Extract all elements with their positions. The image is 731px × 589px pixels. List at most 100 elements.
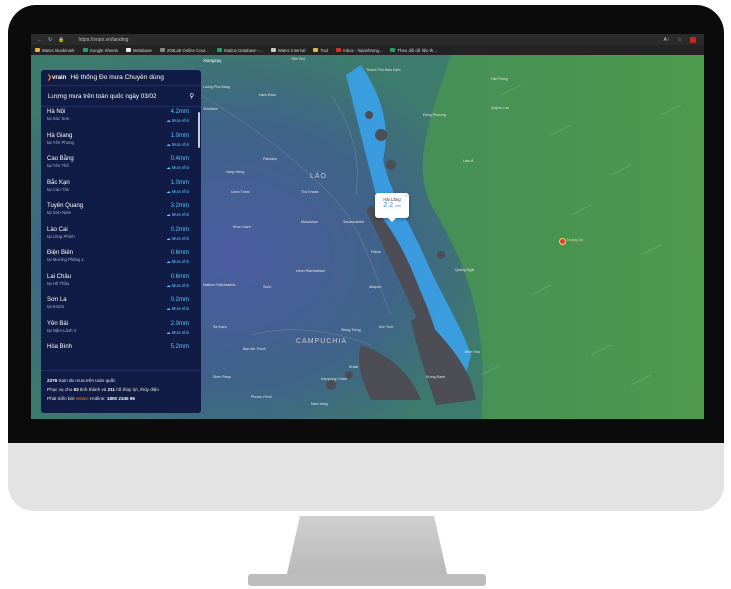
- station-province: Cao Bằng: [47, 156, 74, 162]
- search-icon[interactable]: ⚲: [189, 93, 194, 100]
- map-label: Krong Kaeb: [426, 375, 445, 379]
- station-amount: 2.0mm: [170, 320, 189, 327]
- station-province: Tuyên Quang: [47, 203, 84, 209]
- rain-panel: ❯vrain Hệ thống Đo mưa Chuyên dùng Lượng…: [41, 70, 201, 413]
- station-province: Hòa Bình: [47, 344, 73, 350]
- map-label: Nakhon Ratchasima: [203, 283, 236, 287]
- map-pin-icon[interactable]: [559, 238, 566, 245]
- map-label: Quảng Ngãi: [455, 268, 475, 272]
- station-row[interactable]: Hà Nội tại Sóc Sơn 4.2mm ☁ Mưa nhỏ: [41, 106, 197, 130]
- station-row[interactable]: Lai Châu tại Hồ Thầu 0.6mm ☁ Mưa nhỏ: [41, 271, 197, 295]
- bookmarks-bar: Watec Bookmark Google Sheets Metabase 20…: [31, 45, 704, 55]
- map-label: Hoàng Sa: [567, 238, 583, 242]
- extension-icon[interactable]: [690, 36, 696, 43]
- station-level: ☁ Mưa nhỏ: [166, 329, 189, 335]
- map-label: Thành Phố Nam Định: [366, 68, 401, 72]
- station-row[interactable]: Điện Biên tại Mường Phăng 1 0.6mm ☁ Mưa nhỏ: [41, 247, 197, 271]
- station-level: ☁ Mưa nhỏ: [166, 141, 189, 147]
- station-popup[interactable]: × Hải Lăng 2.2 mm: [375, 193, 409, 222]
- panel-title: Hệ thống Đo mưa Chuyên dùng: [70, 74, 164, 81]
- map-label: Quỳnh Lưu: [491, 106, 509, 110]
- read-aloud-icon[interactable]: A↑: [664, 37, 670, 43]
- map-label: Khon Kaen: [233, 225, 251, 229]
- reload-icon[interactable]: ↻: [48, 37, 52, 43]
- map-label: Xiangxay: [203, 58, 222, 63]
- favorites-icon[interactable]: ☆: [678, 37, 682, 43]
- map-label: Attapeu: [369, 285, 382, 289]
- bookmark-item[interactable]: Metabase: [126, 48, 152, 53]
- country-label-cambodia: CAMPUCHIA: [296, 338, 348, 345]
- station-amount: 1.0mm: [170, 132, 189, 139]
- bookmark-item[interactable]: Watec Internal: [270, 48, 305, 53]
- station-province: Sơn La: [47, 297, 67, 303]
- map-label: Kratie: [349, 365, 359, 369]
- map-label: Kampong Cham: [321, 377, 347, 381]
- station-province: Hà Nội: [47, 109, 66, 115]
- bookmark-item[interactable]: Station Database -...: [216, 48, 263, 53]
- close-icon[interactable]: ×: [405, 193, 407, 198]
- map-label: Lâm Á: [463, 159, 474, 163]
- vrain-logo[interactable]: ❯vrain: [47, 74, 66, 81]
- station-location: tại Hòa Bình: [47, 351, 191, 352]
- station-row[interactable]: Lào Cai tại Lũng Phình 0.2mm ☁ Mưa nhỏ: [41, 224, 197, 248]
- map-label: Vang Vieng: [226, 170, 245, 174]
- station-amount: 3.2mm: [170, 203, 189, 209]
- monitor-base: [248, 574, 486, 586]
- station-amount: 1.0mm: [170, 179, 189, 186]
- map-label: Tha Khaek: [301, 190, 319, 194]
- station-amount: 0.2mm: [170, 297, 189, 303]
- bookmark-item[interactable]: 200Lab Online Cour...: [159, 48, 209, 53]
- monitor-chin: [8, 443, 724, 511]
- address-bar[interactable]: https://vrain.vn/landing: [78, 37, 128, 43]
- map-label: Tiện Phủ: [291, 57, 306, 61]
- station-row[interactable]: Cao Bằng tại Yên Thổ 0.4mm ☁ Mưa nhỏ: [41, 153, 197, 177]
- map-label: Sa Kaeo: [213, 325, 227, 329]
- station-province: Yên Bái: [47, 320, 69, 327]
- station-row[interactable]: Tuyên Quang tại Sơn Nam 3.2mm ☁ Mưa nhỏ: [41, 200, 197, 224]
- station-province: Lào Cai: [47, 226, 68, 233]
- station-province: Điện Biên: [47, 250, 74, 256]
- station-level: ☁ Mưa nhỏ: [166, 235, 189, 241]
- country-label-laos: LÀO: [310, 173, 328, 180]
- back-icon[interactable]: ←: [37, 37, 42, 43]
- lock-icon: 🔒: [58, 36, 65, 43]
- station-row[interactable]: Hòa Bìnhtại Hòa Bình5.2mm☁ Mưa nhỏ: [41, 341, 197, 352]
- station-province: Lai Châu: [47, 273, 72, 280]
- map-label: Nam Khao: [259, 93, 276, 97]
- browser-toolbar: ← ↻ 🔒 https://vrain.vn/landing A↑ ☆: [31, 34, 704, 45]
- station-level: ☁ Mưa nhỏ: [166, 259, 189, 264]
- map-label: Pakse: [371, 250, 381, 254]
- map-label: Paksane: [263, 157, 277, 161]
- bookmark-item[interactable]: Google Sheets: [82, 48, 118, 53]
- map-label: Biên Hòa: [465, 350, 480, 354]
- popup-value: 2.2 mm: [383, 202, 401, 209]
- map-label: Surin: [263, 285, 272, 289]
- map-label: Đông Phương: [423, 113, 446, 117]
- panel-subheader: Lượng mưa trên toàn quốc ngày 03/02 ⚲: [41, 86, 201, 107]
- station-list[interactable]: Hà Nội tại Sóc Sơn 4.2mm ☁ Mưa nhỏ Hà Giang t…: [41, 106, 197, 352]
- scrollbar[interactable]: [198, 112, 200, 148]
- map-label: Siem Reap: [213, 375, 231, 379]
- station-row[interactable]: Yên Bái tại Nậm Lành 2 2.0mm ☁ Mưa nhỏ: [41, 318, 197, 342]
- station-row[interactable]: Sơn La tại Km22 0.2mm ☁ Mưa nhỏ: [41, 294, 197, 318]
- panel-header: ❯vrain Hệ thống Đo mưa Chuyên dùng: [41, 70, 201, 86]
- monitor-stand: [286, 516, 448, 578]
- station-row[interactable]: Hà Giang tại Yên Phong 1.0mm ☁ Mưa nhỏ: [41, 130, 197, 154]
- bookmark-item[interactable]: Tool: [313, 48, 328, 53]
- map-label: Nam Vang: [311, 402, 328, 406]
- bookmark-item[interactable]: Watec Bookmark: [35, 48, 75, 53]
- bookmark-item[interactable]: Theo dõi dữ liệu th...: [390, 48, 437, 53]
- station-level: ☁ Mưa nhỏ: [166, 165, 189, 170]
- station-level: ☁ Mưa nhỏ: [166, 306, 189, 311]
- station-row[interactable]: Bắc Kạn tại Cao Tân 1.0mm ☁ Mưa nhỏ: [41, 177, 197, 201]
- station-amount: 4.2mm: [170, 109, 189, 115]
- station-level: ☁ Mưa nhỏ: [166, 188, 189, 194]
- station-amount: 0.4mm: [170, 156, 189, 162]
- station-province: Hà Giang: [47, 132, 73, 139]
- station-amount: 0.6mm: [170, 273, 189, 280]
- map-label: Ban Me Thuot: [243, 347, 266, 351]
- bookmark-item[interactable]: Inbox - haianhtong...: [336, 48, 382, 53]
- station-amount: 0.6mm: [170, 250, 189, 256]
- station-level: ☁ Mưa nhỏ: [166, 118, 189, 123]
- station-province: Bắc Kạn: [47, 179, 70, 186]
